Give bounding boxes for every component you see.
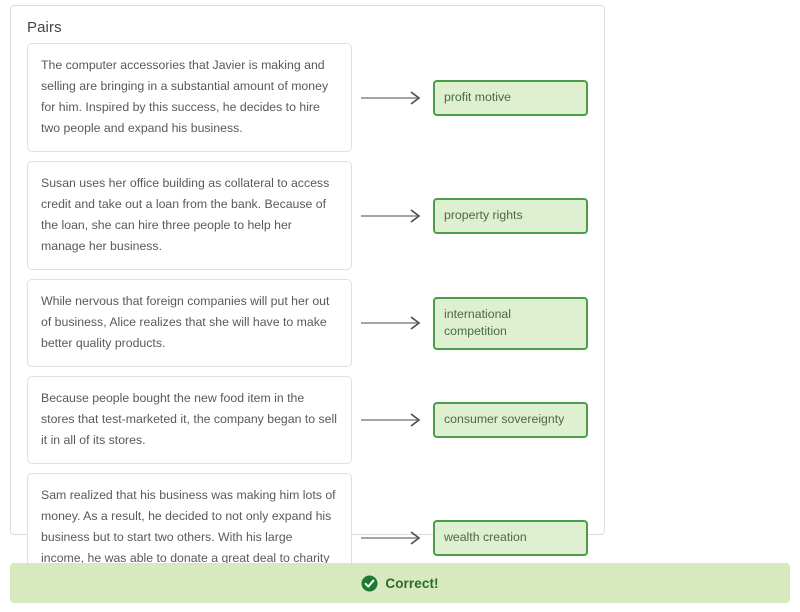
check-circle-icon — [361, 575, 378, 592]
status-badge: Correct! — [385, 575, 439, 591]
arrow-right-icon — [361, 88, 423, 108]
arrow-right-icon — [361, 313, 423, 333]
answer-box[interactable]: wealth creation — [433, 520, 588, 556]
answer-box[interactable]: consumer sovereignty — [433, 402, 588, 438]
page-title: Pairs — [27, 19, 62, 36]
pair-row: The computer accessories that Javier is … — [27, 43, 590, 152]
prompt-box[interactable]: Susan uses her office building as collat… — [27, 161, 352, 270]
pairs-question-panel: Pairs The computer accessories that Javi… — [10, 5, 605, 603]
prompt-box[interactable]: While nervous that foreign companies wil… — [27, 279, 352, 367]
answer-box[interactable]: property rights — [433, 197, 588, 234]
arrow-right-icon — [361, 206, 423, 226]
pair-row: While nervous that foreign companies wil… — [27, 279, 590, 367]
prompt-box[interactable]: Because people bought the new food item … — [27, 376, 352, 464]
pairs-list: The computer accessories that Javier is … — [27, 43, 590, 612]
answer-box[interactable]: profit motive — [433, 79, 588, 116]
arrow-right-icon — [361, 410, 423, 430]
status-banner: Correct! — [10, 563, 790, 603]
arrow-right-icon — [361, 528, 423, 548]
answer-box[interactable]: international competition — [433, 296, 588, 350]
pair-row: Susan uses her office building as collat… — [27, 161, 590, 270]
prompt-box[interactable]: The computer accessories that Javier is … — [27, 43, 352, 152]
pair-row: Because people bought the new food item … — [27, 376, 590, 464]
